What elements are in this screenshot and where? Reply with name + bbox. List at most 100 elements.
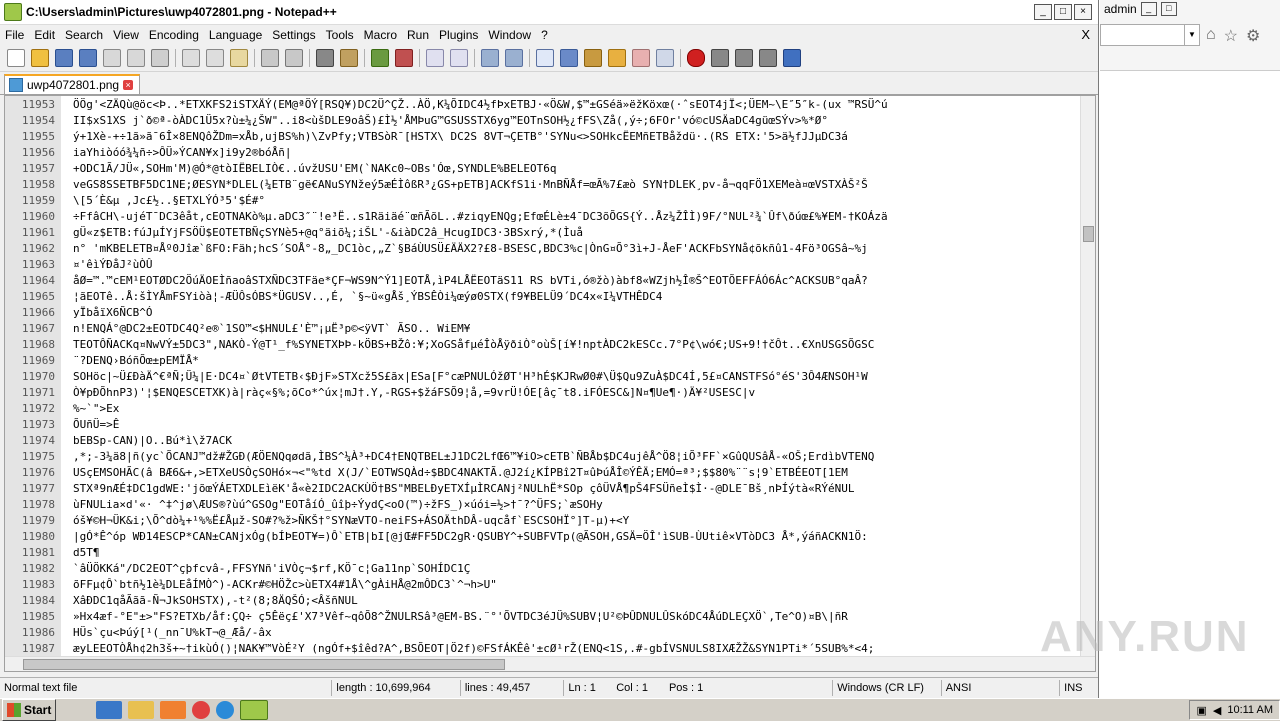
editor-line[interactable]: 11986 HÜs`çu<Þúý[¹(_nn¯U%kT¬@_Æå/-âx <box>5 625 1081 641</box>
editor-line[interactable]: 11984 XâÐDC1qåÃãã-Ñ¬JkSOHSTX),-t²(8;8ÄQŠÓ… <box>5 593 1081 609</box>
record-macro-icon[interactable] <box>687 49 705 67</box>
menu-plugins[interactable]: Plugins <box>434 28 483 42</box>
editor-line[interactable]: 11956 iaYhiòóó¾¼ñ÷>ÔÜ»ÝCAN¥x]i9y2®bóÅñ| <box>5 145 1081 161</box>
editor-line[interactable]: 11985 »Hx4æf-°E"±>"FS?ETXb/åf:ÇQ÷ ç5Êëç£'… <box>5 609 1081 625</box>
editor-line[interactable]: 11972 %~`">Ex <box>5 401 1081 417</box>
user-language-icon[interactable] <box>560 49 578 67</box>
editor-line[interactable]: 11987 æyLEEOTÒÅh¢2h3š+~†ikùÓ()¦NAK¥™VòÉ²Y… <box>5 641 1081 657</box>
menu-tools[interactable]: Tools <box>321 28 359 42</box>
chevron-down-icon[interactable]: ▼ <box>1184 25 1199 45</box>
editor-line[interactable]: 11982 `âÜÖKKá"/DC2EOT^çþfcvâ-,FFSYNñ'iVÒç… <box>5 561 1081 577</box>
browser-search-input[interactable]: ▼ <box>1100 24 1200 46</box>
menu-window[interactable]: Window <box>483 28 536 42</box>
close-button[interactable]: × <box>1074 4 1092 20</box>
menu-macro[interactable]: Macro <box>359 28 402 42</box>
cut-icon[interactable] <box>182 49 200 67</box>
close-file-icon[interactable] <box>103 49 121 67</box>
ie-taskbar-icon[interactable] <box>96 701 123 719</box>
menu-view[interactable]: View <box>108 28 144 42</box>
editor-line[interactable]: 11980 |gÓ*Ê^óp WÐ14ESCP*CAN±CANjxÓg(bÍÞEO… <box>5 529 1081 545</box>
monitoring-icon[interactable] <box>656 49 674 67</box>
editor-line[interactable]: 11967 n!ENQÁ°@DC2±EOTDC4Q²e®`1SO™<$HNUL£'… <box>5 321 1081 337</box>
menu-run[interactable]: Run <box>402 28 434 42</box>
editor-line[interactable]: 11978 ùFNULia×d'«· ^‡^jø\ÆUS®?ùú^GSOg"EOT… <box>5 497 1081 513</box>
editor-line[interactable]: 11973 ÕUñÜ=>Ê <box>5 417 1081 433</box>
editor-line[interactable]: 11970 SOHöc|~Ü£ÐàÄ^€ªÑ;Ü¼|E·DC4¤`ØtVTETB‹… <box>5 369 1081 385</box>
editor-line[interactable]: 11983 õFFµ¢Ô`btñ½1è¼DLEåÍMÒ^)-ACKr#©HÖŽc>… <box>5 577 1081 593</box>
editor-line[interactable]: 11981 d5T¶ <box>5 545 1081 561</box>
save-macro-icon[interactable] <box>783 49 801 67</box>
tab-uwp4072801-png[interactable]: uwp4072801.png × <box>4 74 141 94</box>
function-list-icon[interactable] <box>608 49 626 67</box>
menu-settings[interactable]: Settings <box>267 28 320 42</box>
editor-line[interactable]: 11954 II$xS1XS j`ð©ª-òÀDC1Ü5x?ù±¼¿ŠW"..i8… <box>5 113 1081 129</box>
menu-edit[interactable]: Edit <box>29 28 60 42</box>
editor-line[interactable]: 11964 åØ=™.™cEM¹EOTØDC2ÖúÄOEÌñaoâSTXÑDC3T… <box>5 273 1081 289</box>
sync-horizontal-icon[interactable] <box>450 49 468 67</box>
editor-line[interactable]: 11963 ¤'êìÝÐåJ²ùÒÛ <box>5 257 1081 273</box>
editor-line[interactable]: 11965 ¦ãEOTê..Å:šÌYÅmFSYiòà¦-ÆÜÔsÓBS*ÜGUS… <box>5 289 1081 305</box>
close-tab-icon[interactable]: × <box>123 80 134 90</box>
folder-workspace-icon[interactable] <box>632 49 650 67</box>
copy-icon[interactable] <box>206 49 224 67</box>
clock[interactable]: 10:11 AM <box>1227 704 1273 716</box>
open-file-icon[interactable] <box>31 49 49 67</box>
editor-line[interactable]: 11955 ý+1Xè-+÷1ã»ã¯6Î×8ENQôŽDm=xÅb,ujBS%h… <box>5 129 1081 145</box>
zoom-in-icon[interactable] <box>371 49 389 67</box>
redo-icon[interactable] <box>285 49 303 67</box>
editor-line[interactable]: 11961 gÜ«z$ETB:fúJµÍYjFSÖÜ$EOTETBÑçSYNè5+… <box>5 225 1081 241</box>
media-player-taskbar-icon[interactable] <box>160 701 187 719</box>
menu-encoding[interactable]: Encoding <box>144 28 204 42</box>
indent-guide-icon[interactable] <box>536 49 554 67</box>
replace-icon[interactable] <box>340 49 358 67</box>
home-icon[interactable]: ⌂ <box>1206 26 1216 46</box>
editor-line[interactable]: 11975 ,*;-3¼ä8|ñ(yc`ÕCANJ™dž#ŽGÐ(ÆÖENQqød… <box>5 449 1081 465</box>
close-all-icon[interactable] <box>127 49 145 67</box>
print-icon[interactable] <box>151 49 169 67</box>
menu-help[interactable]: ? <box>536 28 553 42</box>
editor-line[interactable]: 11962 n° 'mKBELETB¤Åº0Jîæ`ßFO:Fäh;hcS´SOÅ… <box>5 241 1081 257</box>
zoom-out-icon[interactable] <box>395 49 413 67</box>
play-macro-icon[interactable] <box>735 49 753 67</box>
vertical-scroll-thumb[interactable] <box>1083 226 1094 242</box>
undo-icon[interactable] <box>261 49 279 67</box>
network-icon[interactable]: ▣ <box>1196 704 1206 717</box>
editor-line[interactable]: 11979 óš¥©H¬ÜK&i;\Õ^dò¼+¹%%Ë£Åµž-SO#?%ž>Ñ… <box>5 513 1081 529</box>
minimize-button[interactable]: _ <box>1034 4 1052 20</box>
volume-icon[interactable]: ◀ <box>1213 704 1221 717</box>
browser-minimize-button[interactable]: _ <box>1140 2 1157 16</box>
editor-line[interactable]: 11960 ÷FfâCH\-ujéT¯DC3êåt,cEOTNAKò%µ.aDC3… <box>5 209 1081 225</box>
editor-line[interactable]: 11974 bEBSp-CAN)|O..Bú*ì\ž7ACK <box>5 433 1081 449</box>
horizontal-scroll-thumb[interactable] <box>23 659 505 670</box>
menu-search[interactable]: Search <box>60 28 108 42</box>
editor-line[interactable]: 11957 +ODC1Ã/JÜ«,SOHm'M)@Ó*@tòIËBELIÒ€..ú… <box>5 161 1081 177</box>
save-all-icon[interactable] <box>79 49 97 67</box>
word-wrap-icon[interactable] <box>481 49 499 67</box>
horizontal-scrollbar[interactable] <box>5 656 1095 671</box>
editor-line[interactable]: 11977 STXª9nÆÉ‡DC1gdWE:'jõœÝÁETXDLEìëK'å«… <box>5 481 1081 497</box>
editor-line[interactable]: 11969 ¨?DENQ›BóñÕœ±pEMÏÅ* <box>5 353 1081 369</box>
save-icon[interactable] <box>55 49 73 67</box>
editor-line[interactable]: 11958 veGS8SSETBF5DC1NE;ØESYN*DLEL(¼ETB¨g… <box>5 177 1081 193</box>
sync-vertical-icon[interactable] <box>426 49 444 67</box>
find-icon[interactable] <box>316 49 334 67</box>
maximize-button[interactable]: □ <box>1054 4 1072 20</box>
gear-icon[interactable]: ⚙ <box>1246 26 1260 46</box>
run-macro-multiple-icon[interactable] <box>759 49 777 67</box>
start-button[interactable]: Start <box>2 699 57 721</box>
close-document-x[interactable]: X <box>1081 27 1090 42</box>
editor-line[interactable]: 11959 \[5´È&µ ,Jc£½..§ETXLÝÓ³5'$É#° <box>5 193 1081 209</box>
editor-line[interactable]: 11953 ÖÖg'<ZÄQù@öc<Þ..*ETXKFS2iSTXÄÝ(EM@ª… <box>5 97 1081 113</box>
notepadpp-taskbar-icon[interactable] <box>240 700 269 720</box>
edge-taskbar-icon[interactable] <box>216 701 235 719</box>
browser-restore-button[interactable]: □ <box>1160 2 1177 16</box>
editor-line[interactable]: 11966 yÏbåïX6ÑCB^Ó <box>5 305 1081 321</box>
menu-language[interactable]: Language <box>204 28 267 42</box>
menu-file[interactable]: File <box>0 28 29 42</box>
paste-icon[interactable] <box>230 49 248 67</box>
show-all-chars-icon[interactable] <box>505 49 523 67</box>
text-editor[interactable]: 11953 ÖÖg'<ZÄQù@öc<Þ..*ETXKFS2iSTXÄÝ(EM@ª… <box>4 95 1096 672</box>
editor-line[interactable]: 11968 TEOTÔÑACKq¤NwVÝ±5DC3",NAKÒ-Ý@T¹_f%S… <box>5 337 1081 353</box>
star-icon[interactable]: ☆ <box>1224 26 1238 46</box>
editor-line[interactable]: 11971 Ò¥pÐÕhnP3)'¦$ENQESCETXK)à|ràç«§%;õC… <box>5 385 1081 401</box>
